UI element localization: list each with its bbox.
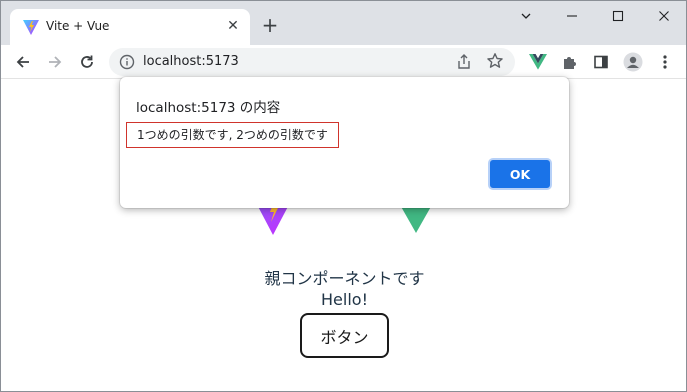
dialog-title: localhost:5173 の内容 bbox=[136, 100, 281, 116]
window-close-button[interactable] bbox=[641, 1, 686, 31]
tab-strip: Vite + Vue ✕ + bbox=[1, 1, 686, 45]
tab-search-icon[interactable] bbox=[503, 1, 549, 31]
parent-component-text: 親コンポーネントです bbox=[264, 269, 425, 288]
tab-title: Vite + Vue bbox=[46, 19, 110, 33]
extensions-puzzle-icon[interactable] bbox=[558, 50, 582, 74]
kebab-menu-icon[interactable] bbox=[653, 50, 677, 74]
dialog-ok-button[interactable]: OK bbox=[488, 158, 552, 190]
forward-button[interactable] bbox=[43, 50, 67, 74]
browser-toolbar: localhost:5173 bbox=[1, 45, 686, 79]
hello-text: Hello! bbox=[321, 290, 368, 309]
site-info-icon[interactable] bbox=[119, 54, 135, 70]
vite-favicon-icon bbox=[23, 20, 39, 35]
share-icon[interactable] bbox=[455, 53, 473, 71]
vue-devtools-icon[interactable] bbox=[526, 50, 550, 74]
alert-dialog: localhost:5173 の内容 1つめの引数です, 2つめの引数です OK bbox=[120, 77, 569, 208]
reload-button[interactable] bbox=[75, 50, 99, 74]
bookmark-star-icon[interactable] bbox=[486, 52, 504, 70]
url-text[interactable]: localhost:5173 bbox=[143, 54, 239, 69]
page-action-button[interactable]: ボタン bbox=[300, 313, 389, 358]
address-bar[interactable]: localhost:5173 bbox=[109, 48, 515, 76]
dialog-message: 1つめの引数です, 2つめの引数です bbox=[126, 122, 339, 148]
profile-avatar-icon[interactable] bbox=[621, 50, 645, 74]
back-button[interactable] bbox=[11, 50, 35, 74]
browser-tab[interactable]: Vite + Vue ✕ bbox=[10, 9, 250, 45]
maximize-button[interactable] bbox=[595, 1, 641, 31]
minimize-button[interactable] bbox=[549, 1, 595, 31]
tab-close-icon[interactable]: ✕ bbox=[224, 17, 242, 35]
side-panel-icon[interactable] bbox=[589, 50, 613, 74]
browser-window: Vite + Vue ✕ + localhost:5173 親コンポーネントです… bbox=[0, 0, 687, 392]
new-tab-button[interactable]: + bbox=[259, 14, 281, 36]
